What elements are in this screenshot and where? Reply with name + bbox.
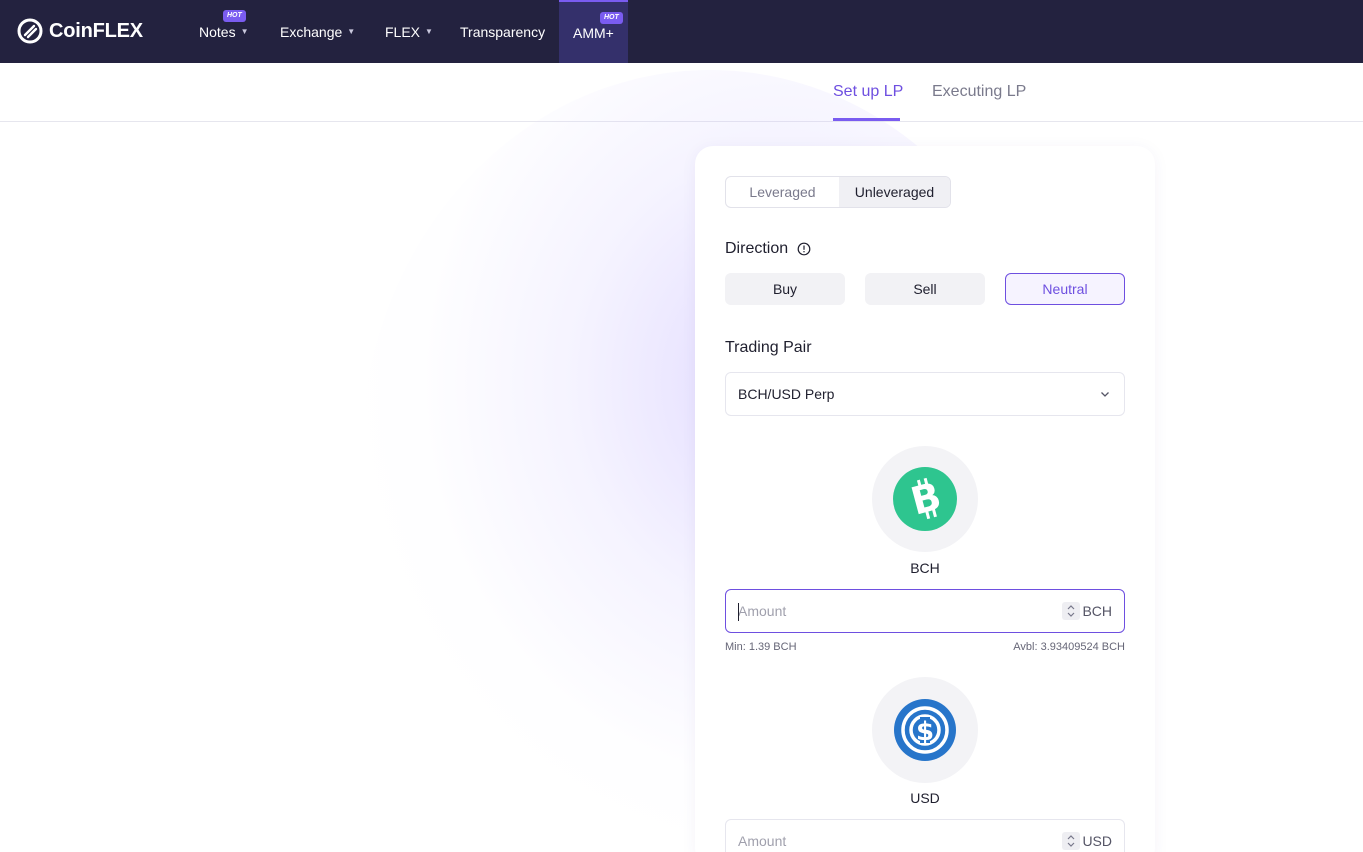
neutral-button[interactable]: Neutral [1005,273,1125,305]
trading-pair-label: Trading Pair [725,339,812,356]
stepper-arrows-icon [1067,835,1075,847]
direction-label: Direction [725,240,811,258]
active-tab-indicator [833,118,900,121]
leverage-toggle: Leveraged Unleveraged [725,176,951,208]
trading-pair-value: BCH/USD Perp [738,386,835,402]
bch-coin-label: BCH [910,560,940,576]
usdc-icon: $ [894,699,956,761]
usd-amount-placeholder: Amount [738,833,787,849]
usd-amount-input[interactable]: Amount USD [725,819,1125,852]
nav-transparency-label: Transparency [460,23,546,40]
nav-amm-plus[interactable]: AMM+ HOT [559,0,628,63]
brand-name: CoinFLEX [49,19,143,42]
coinflex-logo-icon [17,18,43,44]
info-icon[interactable] [797,242,811,256]
usd-coin-badge: $ [872,677,978,783]
bch-amount-input[interactable]: Amount BCH [725,589,1125,633]
nav-notes-label: Notes [199,23,236,40]
bch-available-text: Avbl: 3.93409524 BCH [1013,641,1125,653]
caret-down-icon: ▼ [425,27,433,36]
coinflex-logo[interactable]: CoinFLEX [17,17,143,45]
bch-min-text: Min: 1.39 BCH [725,641,797,653]
stepper-arrows-icon [1067,605,1075,617]
chevron-down-icon [1101,392,1109,397]
amount-stepper[interactable] [1062,602,1080,620]
caret-down-icon: ▼ [240,27,249,36]
direction-label-text: Direction [725,240,789,257]
bch-amount-placeholder: Amount [738,603,787,619]
nav-exchange-label: Exchange [280,23,343,40]
text-cursor [738,603,739,621]
nav-notes[interactable]: Notes ▼ HOT [199,0,249,63]
nav-flex[interactable]: FLEX ▼ [385,0,433,63]
hot-badge: HOT [600,12,623,24]
tab-executing-lp[interactable]: Executing LP [932,83,1026,101]
usd-amount-unit: USD [1082,833,1112,849]
caret-down-icon: ▼ [347,27,356,36]
usd-coin-label: USD [910,790,940,806]
amount-stepper[interactable] [1062,832,1080,850]
nav-flex-label: FLEX [385,23,421,40]
buy-button[interactable]: Buy [725,273,845,305]
hot-badge: HOT [223,10,246,22]
nav-amm-label: AMM+ [573,24,614,41]
bitcoin-cash-icon: B [893,467,957,531]
nav-transparency[interactable]: Transparency [460,0,545,63]
bch-coin-badge: B [872,446,978,552]
unleveraged-option[interactable]: Unleveraged [839,177,950,207]
sell-button[interactable]: Sell [865,273,985,305]
bch-amount-unit: BCH [1082,603,1112,619]
nav-exchange[interactable]: Exchange ▼ [280,0,355,63]
svg-text:$: $ [916,717,934,747]
leveraged-option[interactable]: Leveraged [726,177,839,207]
tab-set-up-lp[interactable]: Set up LP [833,83,903,101]
trading-pair-select[interactable]: BCH/USD Perp [725,372,1125,416]
top-navigation: CoinFLEX Notes ▼ HOT Exchange ▼ FLEX ▼ T… [0,0,1363,63]
